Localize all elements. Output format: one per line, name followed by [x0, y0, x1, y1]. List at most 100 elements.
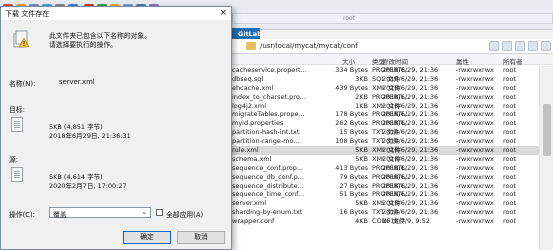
file-name: server.xml [232, 199, 267, 208]
file-modified: 2018/6/29, 21:36 [382, 74, 439, 83]
file-modified: 2018/6/29, 21:36 [382, 146, 439, 155]
source-label: 源: [9, 156, 19, 164]
folder-icon [246, 42, 256, 50]
file-attributes: -rwxrwxrwx [456, 146, 494, 155]
file-size: 5KB [355, 154, 368, 163]
up-folder-icon[interactable] [489, 41, 499, 51]
table-row[interactable]: sequence_conf.prop... 413 Bytes PROPERTI..… [232, 164, 539, 173]
chevron-down-icon: ⌄ [141, 208, 147, 216]
name-label: 名称(N): [9, 80, 36, 88]
home-icon[interactable] [515, 41, 525, 51]
cancel-button[interactable]: 取消 [177, 231, 225, 244]
file-size: 439 Bytes [335, 83, 368, 92]
table-row[interactable]: dbseq.sql 3KB SQL 文件 2018/6/29, 21:36 -rwxrw… [232, 75, 539, 84]
file-modified: 2018/6/29, 21:36 [382, 181, 439, 190]
file-owner: root [503, 208, 517, 217]
file-attributes: -rwxrwxrwx [456, 119, 494, 128]
table-row[interactable]: sequence_distribute... 27 Bytes PROPERTI..… [232, 182, 539, 191]
column-owner[interactable]: 所有者 [503, 56, 523, 66]
file-owner: root [503, 101, 517, 110]
column-attributes[interactable]: 属性 [456, 56, 469, 66]
file-modified: 2018/6/29, 21:36 [382, 83, 439, 92]
table-row[interactable]: schema.xml 5KB XML 文件 2018/6/29, 21:36 -rwxr… [232, 155, 539, 164]
file-name: schema.xml [232, 154, 272, 163]
file-owner: root [503, 92, 517, 101]
table-row[interactable]: partition-range-mo... 108 Bytes TXT 文件 2018… [232, 137, 539, 146]
file-modified: 2018/6/29, 21:36 [382, 128, 439, 137]
file-attributes: -rwxrwxrwx [456, 83, 494, 92]
current-path[interactable]: /usr/local/mycat/mycat/conf [260, 42, 358, 50]
table-row[interactable]: ehcache.xml 439 Bytes XML 文件 2018/6/29, 21:… [232, 84, 539, 93]
file-list-header: 大小 类型 修改时间 属性 所有者 [232, 55, 553, 66]
file-exists-dialog: 下载 文件存在 × 此文件夹已包含以下名称的对象。 请选择要执行的操作。 名称(… [0, 6, 232, 250]
file-warning-icon [13, 30, 29, 48]
column-modified[interactable]: 修改时间 [382, 56, 408, 66]
source-file-icon [11, 167, 23, 182]
source-size: 5KB (4,614 字节) [49, 173, 103, 181]
table-row[interactable]: cacheservice.propert... 334 Bytes PROPERTI… [232, 66, 539, 75]
file-modified: 2018/6/29, 21:36 [382, 92, 439, 101]
dialog-body: 此文件夹已包含以下名称的对象。 请选择要执行的操作。 名称(N): server… [1, 20, 231, 249]
new-folder-icon[interactable] [528, 41, 538, 51]
table-row[interactable]: sharding-by-enum.txt 16 Bytes TXT 文件 2018/6… [232, 208, 539, 217]
ok-button[interactable]: 确定 [123, 231, 171, 244]
tab-gitlab[interactable]: GitLab [232, 28, 262, 39]
table-row[interactable]: migrateTables.prope... 178 Bytes PROPERTI.… [232, 110, 539, 119]
file-size: 27 Bytes [339, 181, 368, 190]
file-name: sequence_conf.prop... [232, 163, 304, 172]
session-path-bar[interactable]: root [232, 13, 553, 24]
file-modified: 2018/6/29, 21:36 [382, 154, 439, 163]
refresh-icon[interactable] [502, 41, 512, 51]
session-path-text: root [343, 15, 356, 22]
file-size: 262 Bytes [335, 119, 368, 128]
file-attributes: -rwxrwxrwx [456, 154, 494, 163]
table-row[interactable]: wrapper.conf 4KB CONF 文件 2018/7/9, 9:52 -rwx… [232, 217, 539, 226]
address-bar[interactable]: /usr/local/mycat/mycat/conf [232, 39, 553, 54]
file-name: dbseq.sql [232, 74, 264, 83]
file-size: 15 Bytes [339, 128, 368, 137]
file-owner: root [503, 217, 517, 226]
target-file-icon [11, 117, 23, 132]
dialog-title: 下载 文件存在 [5, 10, 50, 18]
file-modified: 2018/6/29, 21:36 [382, 208, 439, 217]
file-owner: root [503, 181, 517, 190]
close-icon[interactable]: × [219, 8, 227, 18]
file-attributes: -rwxrwxrwx [456, 190, 494, 199]
table-row[interactable]: log4j2.xml 1KB XML 文件 2018/6/29, 21:36 -rwxr… [232, 102, 539, 111]
dialog-titlebar: 下载 文件存在 × [1, 7, 231, 20]
table-row[interactable]: partition-hash-int.txt 15 Bytes TXT 文件 2018… [232, 128, 539, 137]
apply-all-checkbox[interactable] [156, 209, 163, 216]
operation-select[interactable]: 覆盖 ⌄ [49, 207, 151, 219]
table-row[interactable]: server.xml 5KB XML 文件 2018/6/29, 21:36 -rwxr… [232, 199, 539, 208]
file-modified: 2018/6/29, 21:36 [382, 172, 439, 181]
file-size: 1KB [355, 101, 368, 110]
file-attributes: -rwxrwxrwx [456, 199, 494, 208]
name-value: server.xml [59, 78, 95, 86]
table-row[interactable]: rule.xml 5KB XML 文件 2018/6/29, 21:36 -rwxrwx… [232, 146, 539, 155]
source-date: 2020年2月7日, 17:00:27 [49, 181, 127, 190]
file-modified: 2018/6/29, 21:36 [382, 66, 439, 74]
file-name: sequence_db_conf.p... [232, 172, 304, 181]
column-size[interactable]: 大小 [342, 56, 355, 66]
file-size: 79 Bytes [339, 172, 368, 181]
table-row[interactable]: sequence_time_conf... 51 Bytes PROPERTI...… [232, 190, 539, 199]
file-name: myid.properties [232, 119, 284, 128]
apply-all-label[interactable]: 全部应用(A) [166, 209, 203, 219]
table-row[interactable]: index_to_charset.pro... 2KB PROPERTI... 201… [232, 93, 539, 102]
target-date: 2018年6月29日, 21:36:31 [49, 131, 131, 140]
file-name: sequence_time_conf... [232, 190, 305, 199]
file-size: 178 Bytes [335, 110, 368, 119]
file-attributes: -rwxrwxrwx [456, 92, 494, 101]
view-icon[interactable] [541, 41, 551, 51]
file-modified: 2018/6/29, 21:36 [382, 163, 439, 172]
file-owner: root [503, 163, 517, 172]
scrollbar-thumb[interactable] [543, 104, 551, 156]
table-row[interactable]: myid.properties 262 Bytes PROPERTI... 2018/… [232, 119, 539, 128]
table-row[interactable]: sequence_db_conf.p... 79 Bytes PROPERTI...… [232, 173, 539, 182]
file-owner: root [503, 83, 517, 92]
file-attributes: -rwxrwxrwx [456, 137, 494, 146]
target-label: 目标: [9, 106, 25, 114]
file-list-scrollbar[interactable] [539, 66, 553, 250]
file-name: sharding-by-enum.txt [232, 208, 303, 217]
file-owner: root [503, 66, 517, 74]
